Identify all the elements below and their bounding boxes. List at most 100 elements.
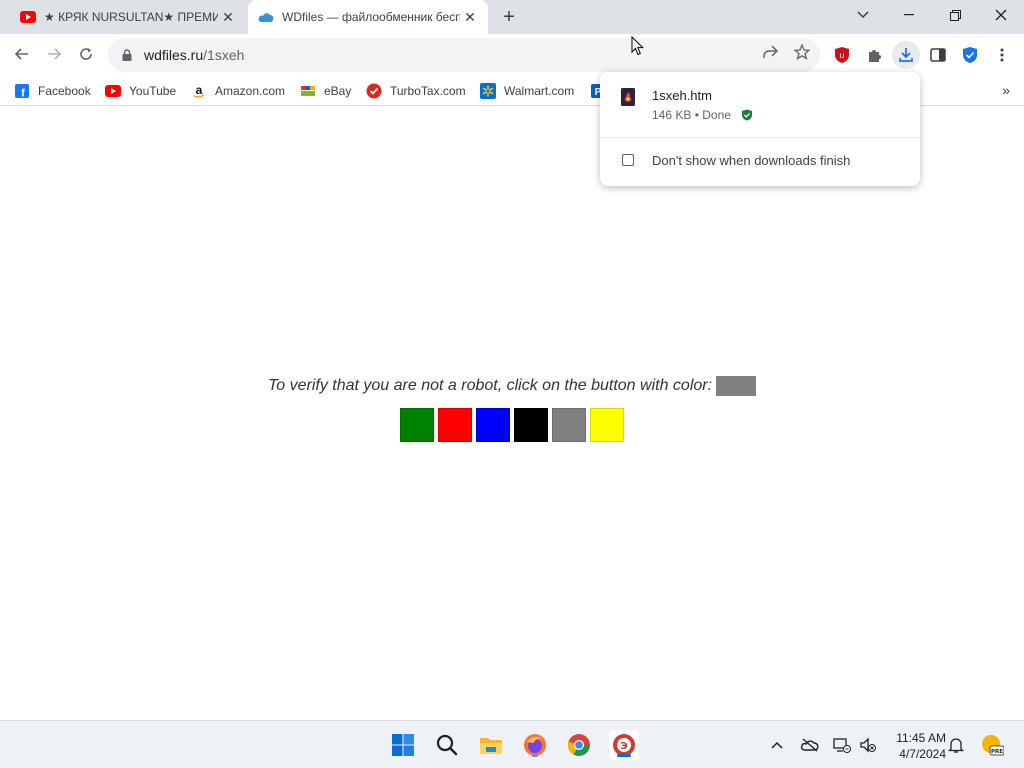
network-button[interactable]: [832, 735, 852, 755]
active-app-button[interactable]: Э: [609, 730, 639, 760]
minimize-icon: [904, 14, 914, 16]
security-extension-icon[interactable]: [958, 43, 982, 67]
color-button-red[interactable]: [438, 408, 472, 442]
bookmark-label: eBay: [324, 84, 352, 98]
chrome-icon: [567, 734, 590, 756]
more-menu-icon[interactable]: [990, 43, 1014, 67]
downloads-bubble: 1sxeh.htm 146 KB • Done Don't show when …: [600, 72, 920, 186]
chevron-up-icon: [771, 741, 783, 749]
clock-date: 4/7/2024: [899, 747, 946, 761]
notifications-button[interactable]: [946, 735, 966, 755]
active-indicator: [617, 754, 631, 757]
bookmark-turbotax[interactable]: TurboTax.com: [366, 82, 466, 100]
share-icon[interactable]: [759, 41, 781, 63]
color-button-blue[interactable]: [476, 408, 510, 442]
close-icon[interactable]: ✕: [460, 7, 480, 27]
ublock-icon[interactable]: u: [830, 43, 854, 67]
html-file-icon: [621, 88, 635, 106]
download-status-text: 146 KB • Done: [652, 108, 731, 122]
dont-show-label: Don't show when downloads finish: [652, 152, 851, 168]
bookmark-star-icon[interactable]: [791, 41, 813, 63]
weather-widget[interactable]: PRE: [980, 733, 1004, 757]
bookmark-facebook[interactable]: f Facebook: [14, 82, 91, 100]
tab-nursultan[interactable]: ★ КРЯК NURSULTAN★ ПРЕМИУМ ✕: [10, 0, 246, 34]
page-content: To verify that you are not a robot, clic…: [0, 107, 1024, 720]
svg-text:u: u: [839, 51, 844, 60]
bell-icon: [948, 738, 964, 753]
color-button-gray[interactable]: [552, 408, 586, 442]
tab-search-button[interactable]: [840, 0, 886, 30]
dont-show-checkbox[interactable]: [622, 154, 634, 166]
onedrive-button[interactable]: [800, 735, 820, 755]
color-button-yellow[interactable]: [590, 408, 624, 442]
tab-strip: ★ КРЯК NURSULTAN★ ПРЕМИУМ ✕ WDfiles — фа…: [0, 0, 1024, 34]
color-button-black[interactable]: [514, 408, 548, 442]
amazon-icon: a: [191, 83, 207, 99]
back-arrow-icon: [14, 48, 28, 60]
walmart-icon: [480, 83, 496, 99]
close-window-button[interactable]: [978, 0, 1024, 30]
cloud-icon: [258, 9, 274, 25]
reload-button[interactable]: [71, 39, 101, 69]
svg-text:PRE: PRE: [991, 749, 1003, 755]
tab-title: WDfiles — файлообменник бесплатный: [282, 10, 460, 24]
bookmark-label: Walmart.com: [504, 84, 575, 98]
mouse-cursor-icon: [631, 36, 645, 56]
tab-title: ★ КРЯК NURSULTAN★ ПРЕМИУМ: [44, 10, 218, 24]
side-panel-icon[interactable]: [926, 43, 950, 67]
restore-icon: [949, 9, 961, 21]
forward-button[interactable]: [39, 39, 69, 69]
minimize-button[interactable]: [886, 0, 932, 30]
close-icon[interactable]: ✕: [218, 7, 238, 27]
bookmark-label: TurboTax.com: [390, 84, 466, 98]
download-item[interactable]: 1sxeh.htm 146 KB • Done: [600, 72, 920, 136]
running-indicator: [532, 754, 538, 757]
network-icon: [833, 738, 851, 753]
reload-icon: [80, 48, 92, 60]
captcha-prompt: To verify that you are not a robot, clic…: [0, 376, 1024, 396]
svg-text:f: f: [21, 88, 25, 99]
back-button[interactable]: [7, 39, 37, 69]
url-host: wdfiles.ru: [144, 47, 204, 63]
tab-wdfiles[interactable]: WDfiles — файлообменник бесплатный ✕: [248, 0, 488, 34]
clock[interactable]: 11:45 AM 4/7/2024: [884, 730, 946, 762]
new-tab-button[interactable]: +: [496, 6, 522, 28]
lock-icon: [120, 48, 134, 62]
youtube-icon: [20, 9, 36, 25]
firefox-button[interactable]: [521, 731, 549, 759]
search-icon: [436, 734, 458, 756]
chrome-button[interactable]: [565, 731, 593, 759]
color-button-green[interactable]: [400, 408, 434, 442]
address-bar[interactable]: wdfiles.ru/1sxeh: [108, 38, 820, 72]
download-filename: 1sxeh.htm: [652, 88, 712, 103]
browser-toolbar: wdfiles.ru/1sxeh u: [0, 34, 1024, 76]
clock-time: 11:45 AM: [896, 731, 946, 745]
turbotax-icon: [366, 83, 382, 99]
bookmarks-overflow-button[interactable]: »: [1002, 82, 1010, 98]
volume-button[interactable]: [858, 735, 878, 755]
restore-button[interactable]: [932, 0, 978, 30]
windows-logo-icon: [392, 734, 414, 756]
bookmark-ebay[interactable]: eBay: [300, 82, 351, 100]
file-explorer-button[interactable]: [477, 731, 505, 759]
captcha-prompt-text: To verify that you are not a robot, clic…: [267, 377, 713, 394]
svg-text:a: a: [196, 84, 203, 97]
forward-arrow-icon: [48, 48, 62, 60]
dont-show-option[interactable]: Don't show when downloads finish: [600, 138, 920, 182]
downloads-button[interactable]: [892, 41, 920, 69]
captcha-color-buttons: [0, 408, 1024, 442]
search-button[interactable]: [433, 731, 461, 759]
bookmark-youtube[interactable]: YouTube: [105, 82, 176, 100]
start-button[interactable]: [389, 731, 417, 759]
verified-shield-icon: [741, 109, 752, 121]
bookmark-label: Facebook: [38, 84, 91, 98]
youtube-icon: [105, 83, 121, 99]
bookmark-label: Amazon.com: [215, 84, 286, 98]
svg-text:Э: Э: [620, 741, 627, 752]
chevron-down-icon: [857, 11, 869, 19]
extensions-puzzle-icon[interactable]: [863, 43, 887, 67]
bookmark-label: YouTube: [129, 84, 177, 98]
bookmark-amazon[interactable]: a Amazon.com: [191, 82, 285, 100]
show-hidden-icons-button[interactable]: [767, 735, 787, 755]
bookmark-walmart[interactable]: Walmart.com: [480, 82, 574, 100]
